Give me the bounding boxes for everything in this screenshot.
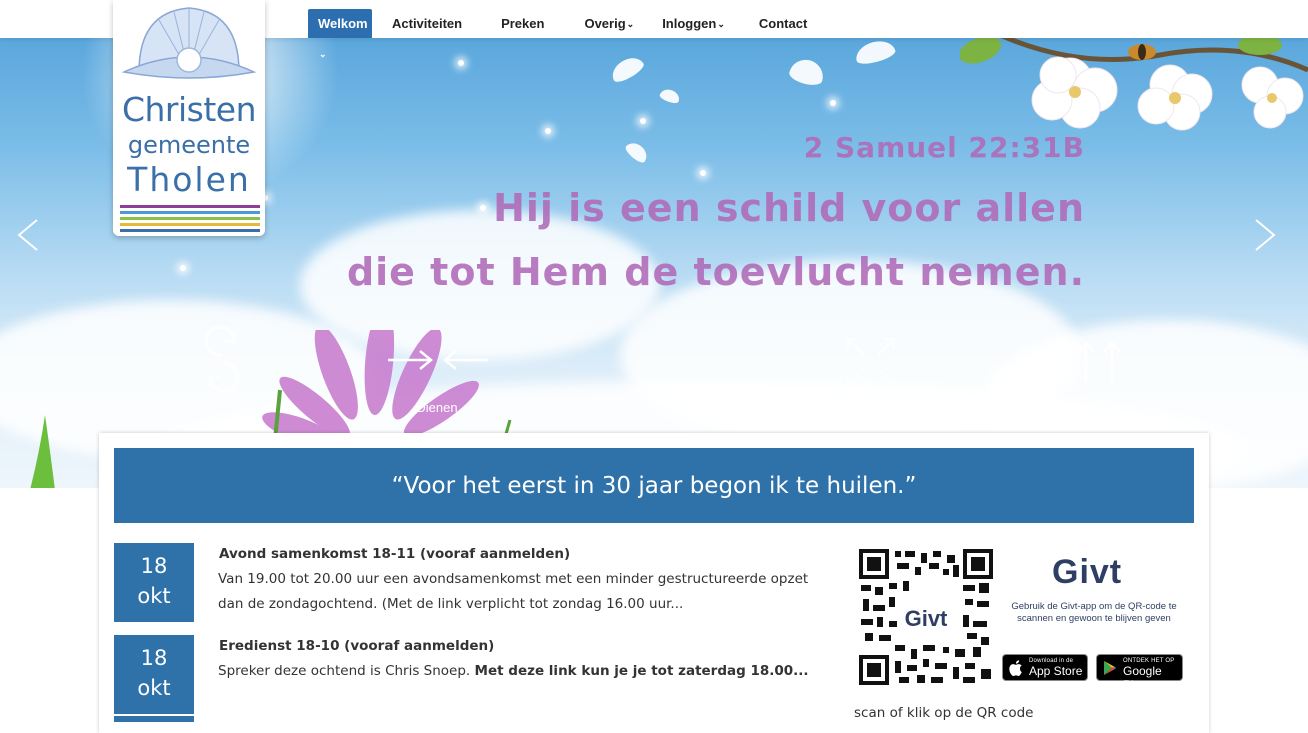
- event-title[interactable]: Avond samenkomst 18-11 (vooraf aanmelden…: [219, 546, 570, 562]
- sparkle: [830, 100, 836, 106]
- nav-inloggen[interactable]: Inloggen⌄: [652, 9, 735, 38]
- nav-label: Inloggen: [662, 16, 717, 31]
- quote-text: “Voor het eerst in 30 jaar begon ik te h…: [391, 473, 917, 499]
- sparkle: [180, 265, 186, 271]
- logo-text-gemeente: gemeente: [127, 131, 251, 159]
- google-play-button[interactable]: ONTDEK HET OP Google Play: [1096, 654, 1183, 692]
- chevron-down-icon: ⌄: [319, 49, 327, 59]
- shell-pearl-icon: [121, 7, 257, 79]
- sparkle: [480, 205, 486, 211]
- google-play-label: Google Play: [1123, 664, 1162, 692]
- app-store-button[interactable]: Download in de App Store: [1002, 654, 1088, 681]
- event-day: 18: [140, 554, 168, 578]
- grass: [30, 415, 55, 488]
- nav-activiteiten[interactable]: Activiteiten: [382, 9, 472, 38]
- event-date: 18 okt: [114, 543, 194, 622]
- nav-label: Overig: [584, 16, 626, 31]
- event-description: Spreker deze ochtend is Chris Snoep. Met…: [218, 659, 818, 684]
- event-description: Van 19.00 tot 20.00 uur een avondsamenko…: [218, 571, 809, 612]
- event-text-plain: Spreker deze ochtend is Chris Snoep.: [218, 663, 475, 679]
- event-date: [114, 716, 194, 722]
- nav-preken[interactable]: Preken: [491, 9, 554, 38]
- qr-label: Givt: [905, 606, 948, 631]
- blossom-branch: [960, 32, 1308, 131]
- logo-stripe: [120, 205, 260, 208]
- three-arrows-up-icon: [1051, 341, 1121, 382]
- nav-label: Welkom: [318, 16, 368, 31]
- scripture-line-2: die tot Hem de toevlucht nemen.: [346, 250, 1085, 294]
- scripture-line-1: Hij is een schild voor allen: [493, 186, 1085, 230]
- nav-label: Activiteiten: [392, 16, 463, 31]
- chevron-down-icon: ⌄: [626, 19, 635, 29]
- chevron-left-icon[interactable]: [15, 218, 45, 252]
- nav-welkom[interactable]: Welkom ⌄: [308, 9, 372, 59]
- event-link[interactable]: Met deze link kun je je tot zaterdag 18.…: [475, 663, 809, 679]
- nav-contact[interactable]: Contact: [749, 9, 817, 38]
- expand-icon: [847, 338, 895, 386]
- sparkle: [700, 170, 706, 176]
- scripture-reference: 2 Samuel 22:31B: [803, 131, 1085, 164]
- petal: [787, 56, 827, 88]
- google-play-icon: [1104, 661, 1116, 675]
- site-logo[interactable]: Christen gemeente Tholen: [113, 0, 265, 236]
- petal: [853, 37, 897, 67]
- main-nav: Welkom⌄ Activiteiten Preken Overig⌄ Inlo…: [308, 9, 817, 59]
- logo-text-christen: Christen: [121, 90, 257, 129]
- sparkle: [545, 128, 551, 134]
- sparkle: [640, 118, 646, 124]
- nav-overig[interactable]: Overig⌄: [574, 9, 644, 38]
- logo-stripe: [120, 217, 260, 220]
- quote-banner[interactable]: “Voor het eerst in 30 jaar begon ik te h…: [114, 448, 1194, 523]
- petal: [623, 138, 651, 166]
- logo-text-tholen: Tholen: [127, 160, 251, 199]
- app-store-label: App Store: [1029, 664, 1083, 678]
- event-date: 18 okt: [114, 635, 194, 714]
- logo-stripe: [120, 229, 260, 232]
- event-month: okt: [137, 584, 171, 608]
- apple-icon: [1009, 660, 1022, 676]
- givt-logo[interactable]: Givt: [1052, 553, 1122, 592]
- chevron-right-icon[interactable]: [1250, 218, 1280, 252]
- event-month: okt: [137, 676, 171, 700]
- logo-stripe: [120, 223, 260, 226]
- chevron-down-icon: ⌄: [717, 19, 725, 29]
- feature-label-dienen[interactable]: Dienen: [367, 400, 507, 415]
- arrows-inward-icon: [388, 350, 488, 370]
- petal: [658, 86, 682, 106]
- event-day: 18: [140, 646, 168, 670]
- logo-stripe: [120, 211, 260, 214]
- cycle-icon: [204, 325, 240, 393]
- nav-label: Preken: [501, 16, 545, 31]
- givt-description: Gebruik de Givt-app om de QR-code te sca…: [1011, 601, 1177, 624]
- givt-qr-code[interactable]: Givt: [859, 549, 993, 685]
- event-title[interactable]: Eredienst 18-10 (vooraf aanmelden): [219, 638, 494, 654]
- nav-label: Contact: [758, 16, 808, 31]
- sparkle: [458, 60, 464, 66]
- petal: [607, 52, 647, 86]
